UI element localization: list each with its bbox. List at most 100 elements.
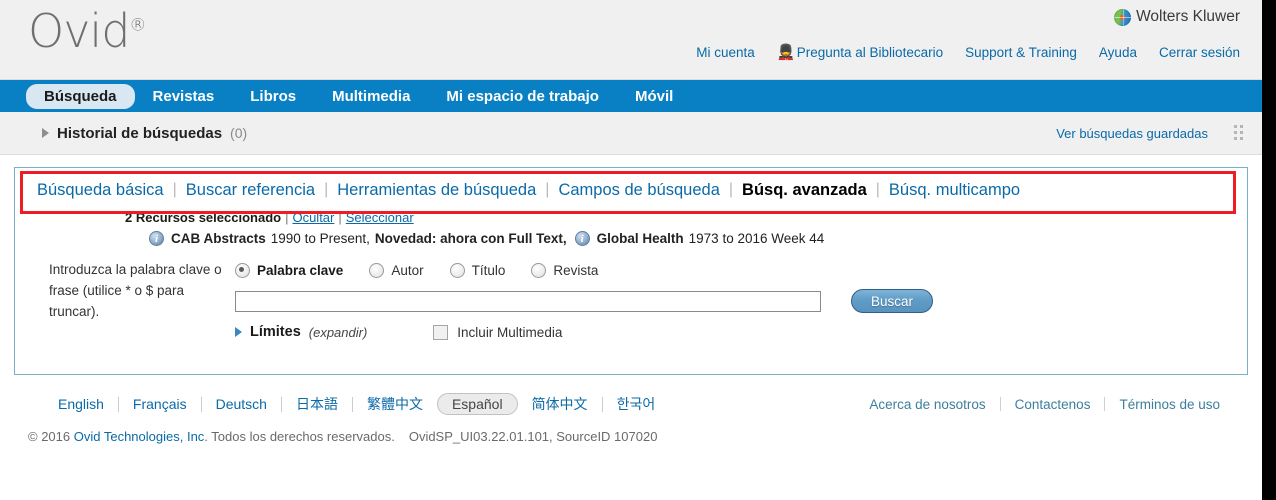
triangle-right-icon[interactable] bbox=[235, 327, 242, 337]
librarian-icon: 💂 bbox=[776, 43, 796, 61]
radio-revista[interactable]: Revista bbox=[531, 262, 599, 278]
nav-item-mi-espacio-de-trabajo[interactable]: Mi espacio de trabajo bbox=[428, 84, 617, 109]
header-link-support-training[interactable]: Support & Training bbox=[965, 45, 1077, 60]
tab-herramientas-de-busqueda[interactable]: Herramientas de búsqueda bbox=[337, 181, 536, 200]
search-tabs-wrapper: Búsqueda básica | Buscar referencia | He… bbox=[15, 168, 1247, 214]
version-string: OvidSP_UI03.22.01.101, SourceID 107020 bbox=[408, 429, 658, 444]
tab-busq-avanzada[interactable]: Búsq. avanzada bbox=[742, 181, 867, 200]
search-history-toggle[interactable]: Historial de búsquedas (0) bbox=[42, 125, 247, 142]
nav-item-movil[interactable]: Móvil bbox=[617, 84, 691, 109]
include-multimedia-label: Incluir Multimedia bbox=[457, 324, 563, 340]
registered-mark-icon: ® bbox=[129, 15, 146, 36]
tab-separator: | bbox=[324, 181, 329, 198]
ovid-advanced-search-page: Ovid® Wolters Kluwer Mi cuenta 💂 Pregunt… bbox=[0, 0, 1276, 500]
search-history-bar: Historial de búsquedas (0) Ver búsquedas… bbox=[0, 112, 1262, 155]
search-prompt-label: Introduzca la palabra clave o frase (uti… bbox=[49, 262, 222, 319]
header-utility-links: Mi cuenta 💂 Pregunta al Bibliotecario Su… bbox=[696, 44, 1240, 60]
radio-label-titulo: Título bbox=[471, 262, 506, 278]
primary-navigation: Búsqueda Revistas Libros Multimedia Mi e… bbox=[0, 80, 1262, 112]
view-saved-searches-link[interactable]: Ver búsquedas guardadas bbox=[1056, 126, 1208, 141]
wolters-kluwer-label: Wolters Kluwer bbox=[1136, 8, 1240, 25]
grip-dots-icon[interactable] bbox=[1234, 125, 1244, 141]
header-link-pregunta-al-bibliotecario[interactable]: 💂 Pregunta al Bibliotecario bbox=[777, 44, 943, 60]
footer-links: Acerca de nosotros Contactenos Términos … bbox=[855, 397, 1234, 412]
nav-item-busqueda[interactable]: Búsqueda bbox=[26, 83, 135, 109]
language-japanese[interactable]: 日本語 bbox=[282, 394, 352, 414]
selected-resources-list: i CAB Abstracts 1990 to Present, Novedad… bbox=[125, 231, 1247, 246]
tab-busq-multicampo[interactable]: Búsq. multicampo bbox=[889, 181, 1020, 200]
nav-item-multimedia[interactable]: Multimedia bbox=[314, 84, 428, 109]
tab-buscar-referencia[interactable]: Buscar referencia bbox=[186, 181, 315, 200]
radio-palabra-clave[interactable]: Palabra clave bbox=[235, 262, 344, 278]
limits-label[interactable]: Límites bbox=[250, 324, 301, 340]
radio-label-autor: Autor bbox=[391, 262, 424, 278]
resources-separator: | bbox=[338, 210, 342, 225]
language-traditional-chinese[interactable]: 繁體中文 bbox=[353, 394, 437, 414]
triangle-right-icon bbox=[42, 128, 49, 138]
language-korean[interactable]: 한국어 bbox=[603, 394, 670, 414]
language-row: English Français Deutsch 日本語 繁體中文 Españo… bbox=[14, 391, 1248, 417]
search-submit-button[interactable]: Buscar bbox=[851, 289, 933, 313]
tab-busqueda-basica[interactable]: Búsqueda básica bbox=[37, 181, 164, 200]
footer-link-terminos-de-uso[interactable]: Términos de uso bbox=[1105, 397, 1234, 412]
wolters-kluwer-brand: Wolters Kluwer bbox=[1114, 8, 1240, 26]
nav-item-revistas[interactable]: Revistas bbox=[135, 84, 233, 109]
copyright-line: © 2016 Ovid Technologies, Inc. Todos los… bbox=[28, 429, 1248, 444]
language-espanol[interactable]: Español bbox=[436, 393, 518, 415]
ovid-logo[interactable]: Ovid® bbox=[28, 8, 146, 54]
footer-link-acerca-de-nosotros[interactable]: Acerca de nosotros bbox=[855, 397, 999, 412]
site-header: Ovid® Wolters Kluwer Mi cuenta 💂 Pregunt… bbox=[0, 0, 1262, 80]
radio-button-icon bbox=[531, 262, 547, 278]
tab-separator: | bbox=[728, 181, 734, 198]
tab-separator: | bbox=[545, 181, 550, 198]
search-history-count: (0) bbox=[230, 125, 248, 141]
search-input[interactable] bbox=[235, 290, 821, 312]
advanced-search-form: Introduzca la palabra clave o frase (uti… bbox=[15, 260, 1247, 340]
info-icon[interactable]: i bbox=[574, 231, 590, 246]
radio-button-icon bbox=[449, 262, 465, 278]
radio-button-icon bbox=[235, 262, 250, 278]
database-range-global-health: 1973 to 2016 Week 44 bbox=[688, 231, 825, 246]
selected-resources-header: 2 Recursos seleccionado | Ocultar | Seleccio… bbox=[125, 210, 1247, 225]
language-francais[interactable]: Français bbox=[119, 396, 201, 412]
database-note-cab-abstracts: Novedad: ahora con Full Text, bbox=[374, 231, 567, 246]
globe-icon bbox=[1114, 8, 1132, 26]
search-panel: Búsqueda básica | Buscar referencia | He… bbox=[14, 167, 1248, 375]
radio-button-icon bbox=[369, 262, 385, 278]
copyright-suffix: . Todos los derechos reservados. bbox=[204, 429, 395, 444]
include-multimedia-checkbox[interactable]: Incluir Multimedia bbox=[433, 324, 563, 340]
site-footer: English Français Deutsch 日本語 繁體中文 Españo… bbox=[0, 391, 1262, 444]
limits-row: Límites (expandir) Incluir Multimedia bbox=[235, 324, 1247, 340]
info-icon[interactable]: i bbox=[149, 231, 164, 246]
language-simplified-chinese[interactable]: 简体中文 bbox=[518, 394, 602, 414]
language-selector: English Français Deutsch 日本語 繁體中文 Españo… bbox=[44, 393, 669, 415]
limits-expand-label[interactable]: (expandir) bbox=[309, 325, 368, 340]
search-fields: Palabra clave Autor Título Revista Busca… bbox=[235, 260, 1247, 340]
header-link-ayuda[interactable]: Ayuda bbox=[1099, 45, 1137, 60]
header-link-pregunta-label: Pregunta al Bibliotecario bbox=[796, 44, 944, 60]
selected-resources: 2 Recursos seleccionado | Ocultar | Seleccio… bbox=[15, 210, 1247, 246]
tab-separator: | bbox=[172, 181, 177, 198]
radio-autor[interactable]: Autor bbox=[369, 262, 424, 278]
page-scrollbar-strip[interactable] bbox=[1262, 0, 1276, 500]
select-resources-link[interactable]: Seleccionar bbox=[346, 210, 414, 225]
search-history-title: Historial de búsquedas bbox=[57, 124, 223, 142]
search-input-row: Buscar bbox=[235, 289, 1247, 313]
copyright-company-link[interactable]: Ovid Technologies, Inc bbox=[74, 429, 205, 444]
header-link-mi-cuenta[interactable]: Mi cuenta bbox=[696, 45, 755, 60]
footer-link-contactenos[interactable]: Contactenos bbox=[1001, 397, 1105, 412]
tab-campos-de-busqueda[interactable]: Campos de búsqueda bbox=[558, 181, 719, 200]
language-deutsch[interactable]: Deutsch bbox=[202, 396, 281, 412]
hide-resources-link[interactable]: Ocultar bbox=[292, 210, 334, 225]
database-range-cab-abstracts: 1990 to Present, bbox=[270, 231, 370, 246]
radio-label-revista: Revista bbox=[553, 262, 599, 278]
nav-item-libros[interactable]: Libros bbox=[232, 84, 314, 109]
resources-separator: | bbox=[285, 210, 289, 225]
radio-label-palabra-clave: Palabra clave bbox=[257, 262, 344, 278]
radio-titulo[interactable]: Título bbox=[449, 262, 506, 278]
page-content: Ovid® Wolters Kluwer Mi cuenta 💂 Pregunt… bbox=[0, 0, 1262, 500]
language-english[interactable]: English bbox=[44, 396, 118, 412]
checkbox-icon bbox=[433, 324, 449, 340]
copyright-prefix: © 2016 bbox=[28, 429, 74, 444]
header-link-cerrar-sesion[interactable]: Cerrar sesión bbox=[1159, 45, 1240, 60]
